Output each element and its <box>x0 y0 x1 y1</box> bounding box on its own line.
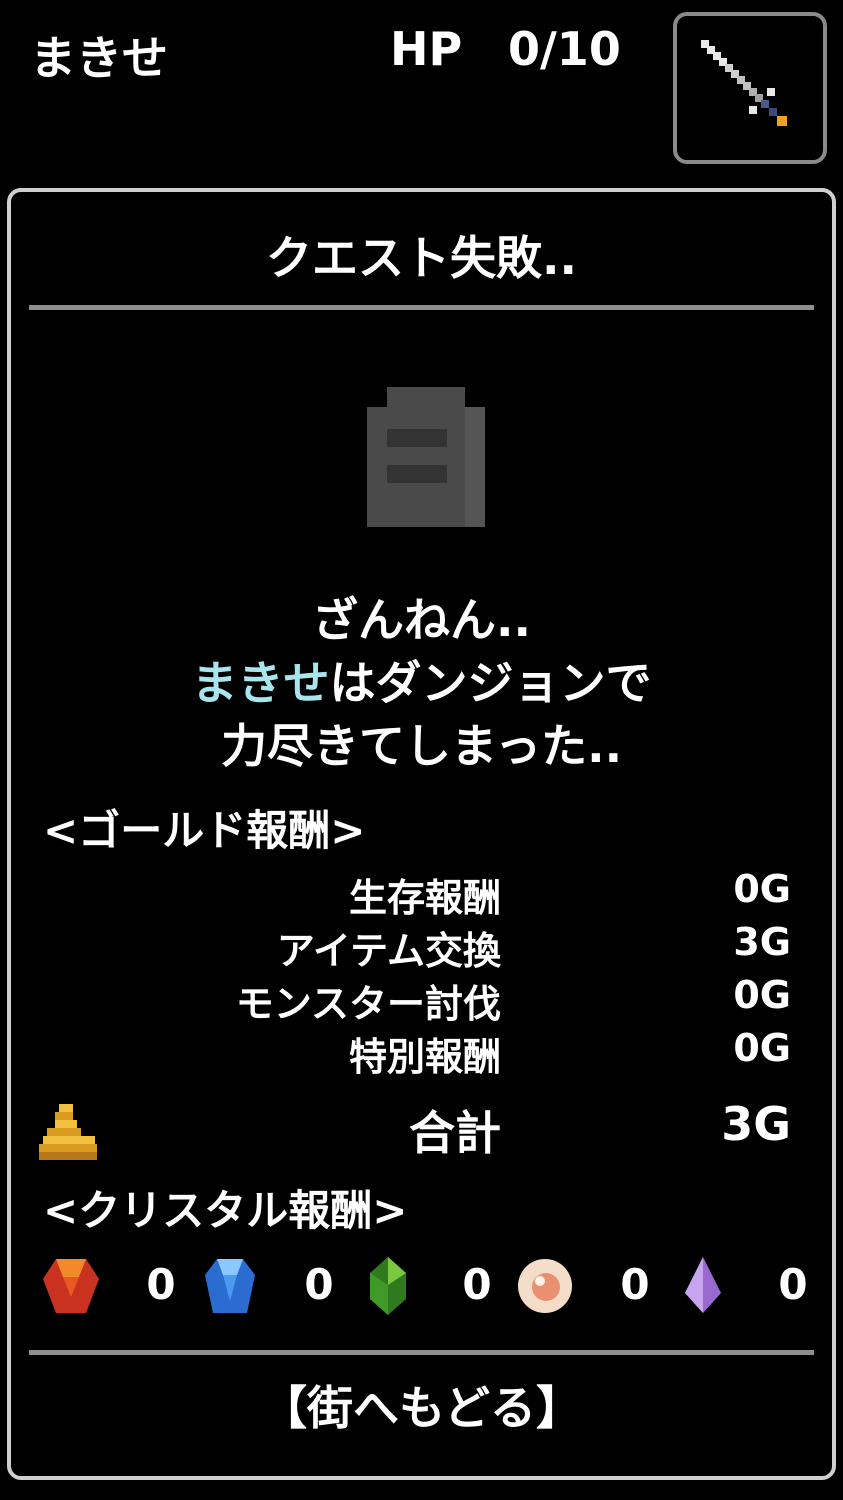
gold-row-value: 0G <box>733 973 791 1017</box>
gold-row-value: 0G <box>733 867 791 911</box>
gold-row-label: アイテム交換 <box>276 929 501 973</box>
result-title: クエスト失敗.. <box>266 231 577 285</box>
weapon-slot[interactable] <box>673 12 827 164</box>
sword-icon <box>701 40 787 126</box>
green-crystal-count: 0 <box>462 1260 492 1309</box>
result-panel: クエスト失敗.. ざんねん.. まきせはダンジョンで 力尽きてしまった.. <ゴ… <box>7 188 836 1480</box>
hp-label: HP <box>390 22 463 76</box>
pink-crystal-count: 0 <box>620 1260 650 1309</box>
message-line-2: まきせはダンジョンで <box>11 647 832 713</box>
gold-row-value: 3G <box>733 920 791 964</box>
bottom-divider <box>29 1350 814 1355</box>
blue-crystal-icon <box>205 1259 255 1313</box>
message-player-name: まきせ <box>191 656 330 710</box>
gold-row-label: モンスター討伐 <box>235 982 501 1026</box>
purple-crystal-icon <box>685 1257 721 1313</box>
gold-row-value: 0G <box>733 1026 791 1070</box>
hp-value: 0/10 <box>508 22 621 76</box>
tombstone-icon <box>367 387 485 527</box>
message-line-1: ざんねん.. <box>312 593 531 647</box>
total-value: 3G <box>721 1097 791 1151</box>
gold-row-label: 特別報酬 <box>348 1035 501 1079</box>
red-crystal-count: 0 <box>146 1260 176 1309</box>
red-crystal-icon <box>43 1259 99 1313</box>
green-crystal-icon <box>370 1257 406 1315</box>
title-divider <box>29 305 814 310</box>
blue-crystal-count: 0 <box>304 1260 334 1309</box>
gold-reward-heading: <ゴールド報酬> <box>43 806 366 855</box>
gold-row-label: 生存報酬 <box>348 876 501 920</box>
message-line-3: 力尽きてしまった.. <box>220 719 623 773</box>
pink-crystal-icon <box>518 1259 572 1313</box>
purple-crystal-count: 0 <box>778 1260 808 1309</box>
message-line-2-rest: はダンジョンで <box>329 656 652 710</box>
return-to-town-button[interactable]: 【街へもどる】 <box>11 1372 832 1438</box>
total-label: 合計 <box>409 1106 501 1160</box>
crystal-reward-heading: <クリスタル報酬> <box>43 1186 408 1235</box>
player-name: まきせ <box>30 31 168 85</box>
